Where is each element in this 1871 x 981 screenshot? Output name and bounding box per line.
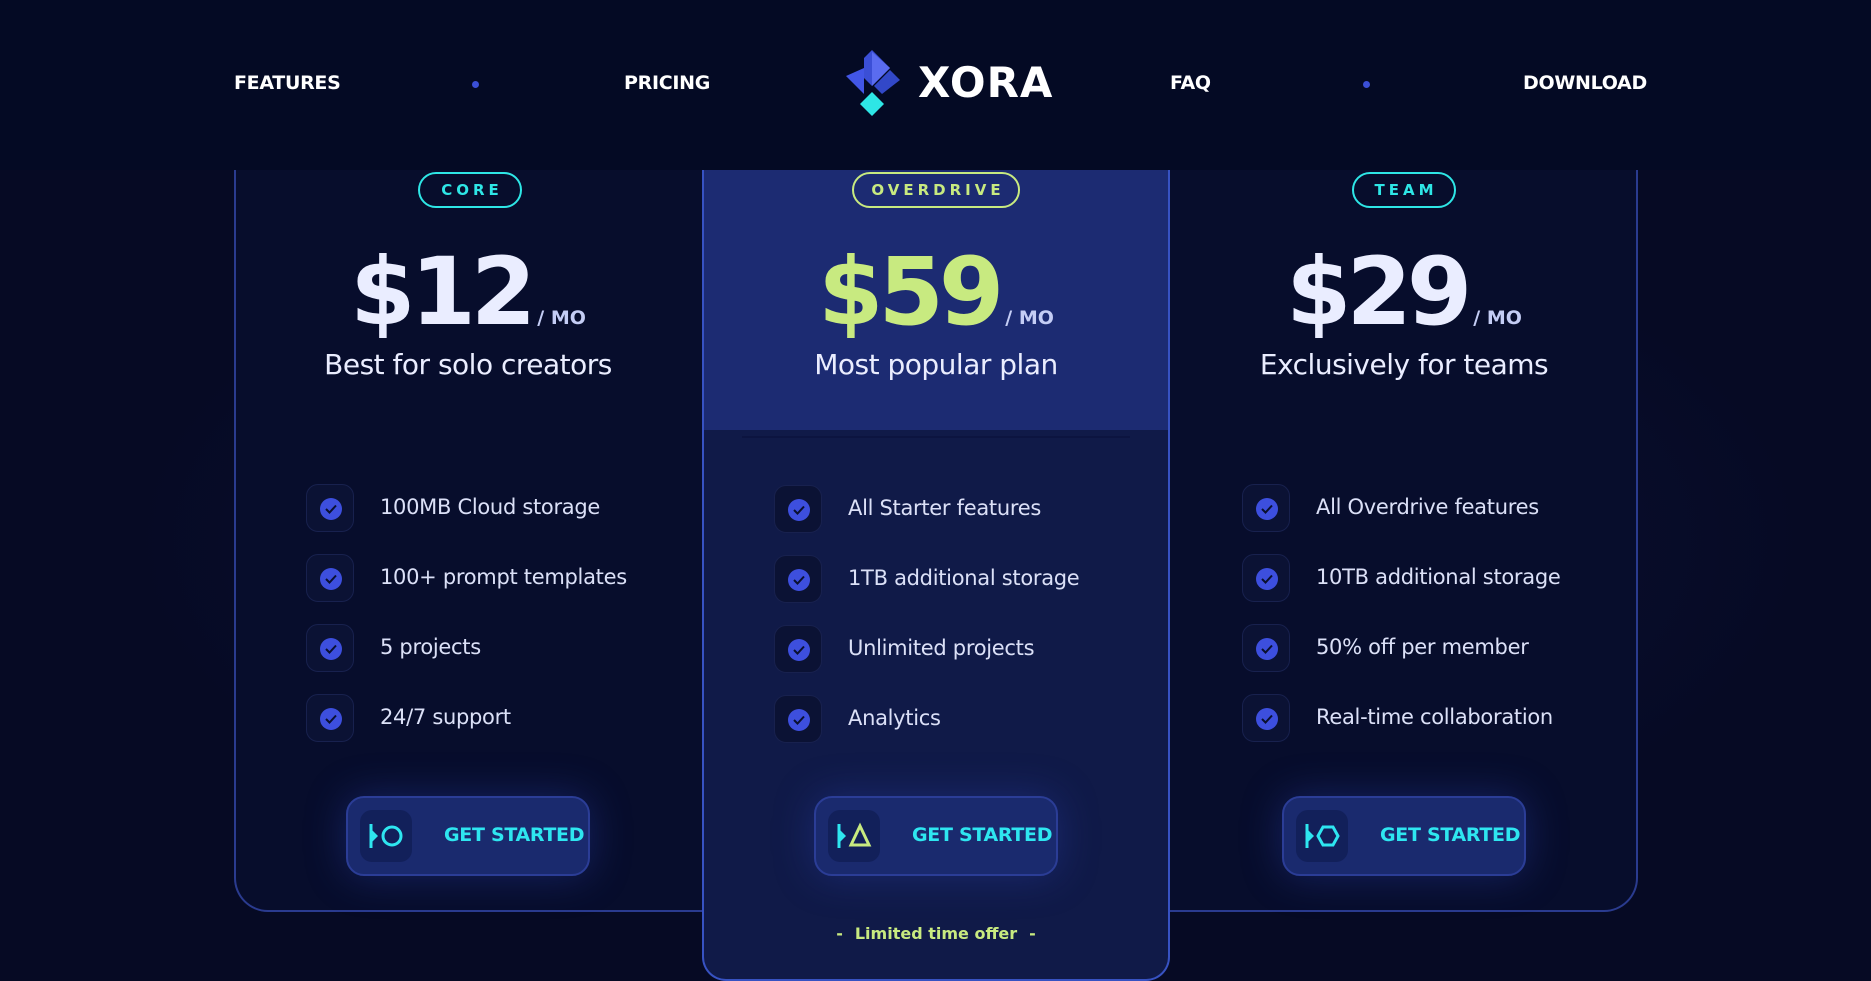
feature-label: 50% off per member bbox=[1316, 635, 1529, 659]
check-box bbox=[774, 625, 822, 673]
feature-label: 100+ prompt templates bbox=[380, 565, 627, 589]
price-row: $12/ MO bbox=[234, 238, 702, 347]
plan-tagline: Exclusively for teams bbox=[1259, 348, 1549, 381]
plan-card-core: CORE $12/ MO Best for solo creators 100M… bbox=[234, 120, 702, 900]
nav-link-pricing[interactable]: PRICING bbox=[624, 72, 710, 94]
price-unit: / MO bbox=[1005, 307, 1054, 329]
triangle-icon bbox=[828, 810, 880, 862]
check-box bbox=[1242, 694, 1290, 742]
check-box bbox=[306, 624, 354, 672]
check-box bbox=[1242, 554, 1290, 602]
check-box bbox=[306, 694, 354, 742]
feature-label: Analytics bbox=[848, 706, 941, 730]
check-icon bbox=[1256, 708, 1278, 730]
check-icon bbox=[320, 708, 342, 730]
price-unit: / MO bbox=[537, 307, 586, 329]
get-started-label: GET STARTED bbox=[444, 824, 585, 846]
nav-link-faq[interactable]: FAQ bbox=[1170, 72, 1211, 94]
plan-badge: OVERDRIVE bbox=[852, 172, 1020, 208]
plan-price: $59 bbox=[818, 238, 1004, 347]
feature-label: 100MB Cloud storage bbox=[380, 495, 601, 519]
get-started-button-team[interactable]: GET STARTED bbox=[1282, 796, 1526, 876]
feature-label: 1TB additional storage bbox=[848, 566, 1080, 590]
offer-dash-left: - bbox=[836, 924, 843, 943]
price-row: $29/ MO bbox=[1170, 238, 1638, 347]
check-box bbox=[1242, 624, 1290, 672]
feature-label: All Starter features bbox=[848, 496, 1041, 520]
plan-tagline: Most popular plan bbox=[814, 348, 1058, 381]
site-header: FEATURES PRICING XORA FAQ DOWNLOAD bbox=[0, 0, 1871, 170]
check-icon bbox=[788, 499, 810, 521]
hexagon-icon bbox=[1296, 810, 1348, 862]
check-box bbox=[774, 695, 822, 743]
xora-logo-icon[interactable] bbox=[834, 48, 906, 120]
price-row: $59/ MO bbox=[702, 238, 1170, 347]
logo-text[interactable]: XORA bbox=[918, 58, 1053, 107]
plan-price: $29 bbox=[1286, 238, 1472, 347]
feature-label: 24/7 support bbox=[380, 705, 511, 729]
nav-link-features[interactable]: FEATURES bbox=[234, 72, 341, 94]
check-icon bbox=[320, 498, 342, 520]
get-started-label: GET STARTED bbox=[1380, 824, 1521, 846]
offer-dash-right: - bbox=[1029, 924, 1036, 943]
price-unit: / MO bbox=[1473, 307, 1522, 329]
plan-badge: CORE bbox=[418, 172, 522, 208]
plan-card-team: TEAM $29/ MO Exclusively for teams All O… bbox=[1170, 120, 1638, 900]
check-box bbox=[306, 484, 354, 532]
get-started-button-core[interactable]: GET STARTED bbox=[346, 796, 590, 876]
check-box bbox=[774, 485, 822, 533]
plan-card-overdrive: OVERDRIVE $59/ MO Most popular plan All … bbox=[702, 120, 1170, 943]
offer-label: Limited time offer bbox=[854, 924, 1018, 943]
check-box bbox=[1242, 484, 1290, 532]
plan-price: $12 bbox=[350, 238, 536, 347]
nav-dot-left bbox=[472, 81, 479, 88]
check-icon bbox=[788, 569, 810, 591]
check-box bbox=[774, 555, 822, 603]
check-icon bbox=[788, 709, 810, 731]
check-icon bbox=[788, 639, 810, 661]
check-icon bbox=[320, 568, 342, 590]
check-icon bbox=[1256, 568, 1278, 590]
nav-dot-right bbox=[1363, 81, 1370, 88]
check-icon bbox=[1256, 638, 1278, 660]
plan-badge: TEAM bbox=[1352, 172, 1456, 208]
get-started-button-overdrive[interactable]: GET STARTED bbox=[814, 796, 1058, 876]
feature-label: Unlimited projects bbox=[848, 636, 1035, 660]
limited-offer-text: - Limited time offer - bbox=[702, 924, 1170, 943]
circle-icon bbox=[360, 810, 412, 862]
plan-tagline: Best for solo creators bbox=[324, 348, 612, 381]
check-icon bbox=[320, 638, 342, 660]
feature-label: All Overdrive features bbox=[1316, 495, 1539, 519]
check-icon bbox=[1256, 498, 1278, 520]
feature-label: Real-time collaboration bbox=[1316, 705, 1553, 729]
feature-label: 10TB additional storage bbox=[1316, 565, 1561, 589]
nav-link-download[interactable]: DOWNLOAD bbox=[1523, 72, 1647, 94]
get-started-label: GET STARTED bbox=[912, 824, 1053, 846]
check-box bbox=[306, 554, 354, 602]
feature-label: 5 projects bbox=[380, 635, 481, 659]
